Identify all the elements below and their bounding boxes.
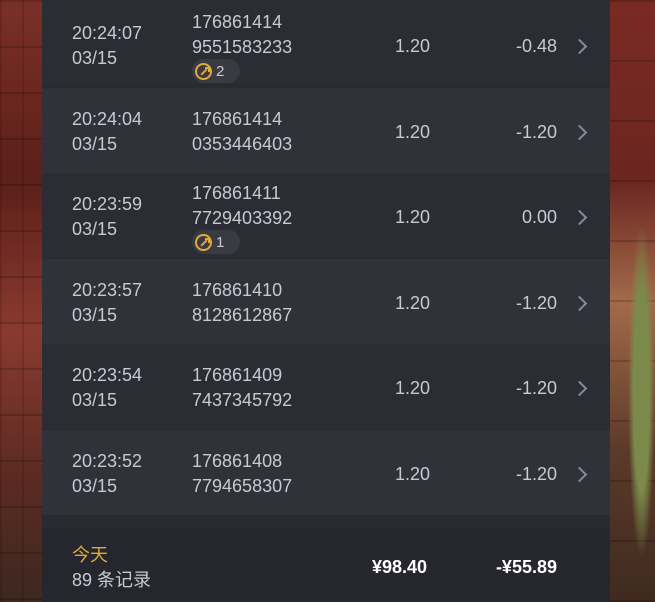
order-id-line2: 8128612867 (192, 305, 293, 325)
record-order-id: 176861414 0353446403 (192, 107, 292, 157)
chevron-right-icon (571, 209, 588, 226)
record-amount: 1.20 (394, 36, 430, 56)
order-id-line1: 176861409 (192, 365, 283, 385)
record-amount: 1.20 (394, 293, 430, 313)
record-row[interactable]: 20:23:57 03/15 176861410 8128612867 1.20… (42, 259, 610, 344)
order-id-line2: 7729403392 (192, 208, 293, 228)
record-order-id: 176861410 8128612867 (192, 278, 292, 328)
record-time-text: 20:23:57 (72, 280, 143, 300)
record-row[interactable]: 20:24:04 03/15 176861414 0353446403 1.20… (42, 88, 610, 173)
record-row[interactable]: 20:24:07 03/15 176861414 9551583233 2 1.… (42, 0, 610, 84)
order-id-line2: 7794658307 (192, 476, 293, 496)
summary-total-profit: -¥55.89 (495, 557, 557, 577)
record-row[interactable]: 20:23:59 03/15 176861411 7729403392 1 1.… (42, 173, 610, 258)
record-date-text: 03/15 (72, 390, 118, 410)
order-id-line2: 0353446403 (192, 134, 293, 154)
record-time-text: 20:24:04 (72, 109, 143, 129)
chevron-right-icon (571, 380, 588, 397)
order-id-line1: 176861408 (192, 451, 283, 471)
summary-total-amount: ¥98.40 (371, 557, 427, 577)
order-id-line2: 7437345792 (192, 390, 293, 410)
record-amount: 1.20 (394, 464, 430, 484)
order-id-line1: 176861411 (192, 183, 281, 203)
record-profit: -0.48 (515, 36, 557, 56)
records-panel: 20:24:07 03/15 176861414 9551583233 2 1.… (42, 0, 610, 602)
chevron-right-icon (571, 466, 588, 483)
record-date-text: 03/15 (72, 305, 118, 325)
record-time: 20:24:07 03/15 (72, 21, 142, 71)
background-right (610, 0, 655, 602)
record-time: 20:23:59 03/15 (72, 192, 142, 242)
record-time: 20:23:52 03/15 (72, 449, 142, 499)
record-time: 20:24:04 03/15 (72, 107, 142, 157)
record-row[interactable]: 20:23:54 03/15 176861409 7437345792 1.20… (42, 344, 610, 429)
link-badge[interactable]: 1 (192, 230, 240, 254)
record-date-text: 03/15 (72, 219, 118, 239)
order-id-line1: 176861410 (192, 280, 283, 300)
record-time-text: 20:24:07 (72, 23, 143, 43)
record-profit: -1.20 (515, 122, 557, 142)
order-id-line2: 9551583233 (192, 37, 293, 57)
record-profit: -1.20 (515, 464, 557, 484)
record-date-text: 03/15 (72, 476, 118, 496)
summary-record-count: 89 条记录 (72, 570, 152, 590)
record-order-id: 176861411 7729403392 (192, 181, 292, 231)
record-time: 20:23:57 03/15 (72, 278, 142, 328)
chevron-right-icon (571, 124, 588, 141)
link-icon (195, 62, 212, 80)
record-amount: 1.20 (394, 122, 430, 142)
summary-title: 今天 (72, 545, 108, 565)
link-badge[interactable]: 2 (192, 59, 240, 83)
record-profit: -1.20 (515, 293, 557, 313)
record-date-text: 03/15 (72, 48, 118, 68)
record-order-id: 176861408 7794658307 (192, 449, 292, 499)
record-time: 20:23:54 03/15 (72, 363, 142, 413)
chevron-right-icon (571, 295, 588, 312)
order-id-line1: 176861414 (192, 12, 283, 32)
chevron-right-icon (571, 38, 588, 55)
badge-count: 1 (216, 233, 225, 251)
record-date-text: 03/15 (72, 134, 118, 154)
record-order-id: 176861409 7437345792 (192, 363, 292, 413)
record-time-text: 20:23:54 (72, 365, 143, 385)
record-time-text: 20:23:52 (72, 451, 143, 471)
record-amount: 1.20 (394, 207, 430, 227)
order-id-line1: 176861414 (192, 109, 283, 129)
record-profit: -1.20 (515, 378, 557, 398)
summary-footer: 今天 89 条记录 ¥98.40 -¥55.89 (42, 528, 610, 602)
badge-count: 2 (216, 62, 225, 80)
record-time-text: 20:23:59 (72, 194, 143, 214)
record-amount: 1.20 (394, 378, 430, 398)
background-left (0, 0, 42, 602)
record-order-id: 176861414 9551583233 (192, 10, 292, 60)
record-profit: 0.00 (521, 207, 557, 227)
record-row[interactable]: 20:23:52 03/15 176861408 7794658307 1.20… (42, 430, 610, 515)
link-icon (195, 233, 212, 251)
